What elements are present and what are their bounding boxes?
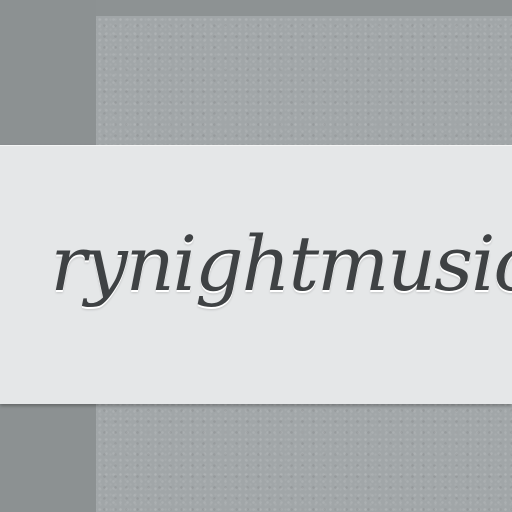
site-title-link[interactable]: rynightmusic — [50, 226, 512, 302]
site-header-banner: rynightmusic — [0, 145, 512, 404]
top-strip — [96, 0, 512, 16]
